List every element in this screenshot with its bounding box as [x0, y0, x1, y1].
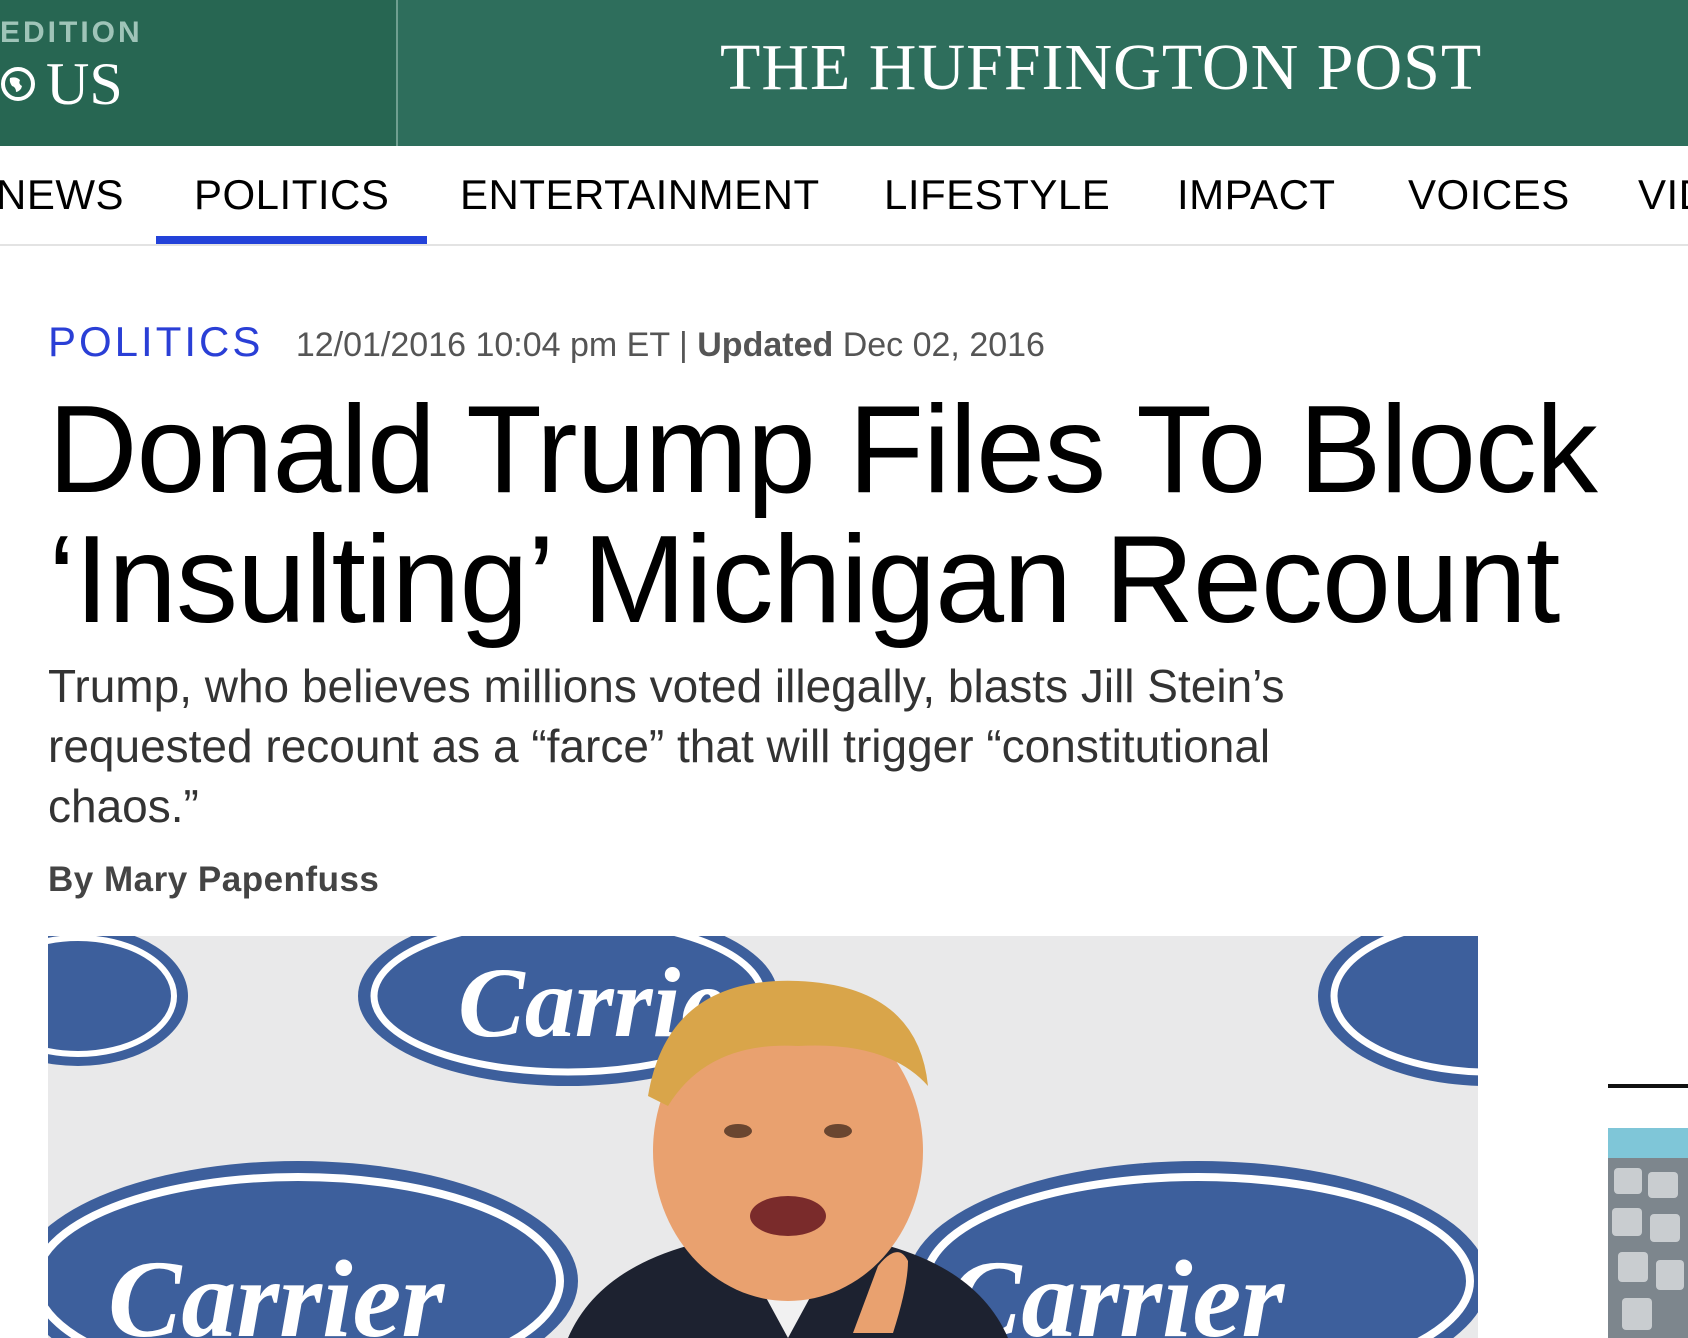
headline-line-1: Donald Trump Files To Block [48, 381, 1598, 519]
section-nav: NEWS POLITICS ENTERTAINMENT LIFESTYLE IM… [0, 146, 1688, 246]
nav-item-politics[interactable]: POLITICS [155, 174, 428, 244]
nav-item-impact[interactable]: IMPACT [1177, 174, 1336, 244]
timestamp-separator: | [678, 326, 688, 364]
section-label[interactable]: POLITICS [48, 318, 263, 366]
edition-name: US [46, 50, 123, 117]
nav-item-entertainment[interactable]: ENTERTAINMENT [460, 174, 820, 244]
headline-line-2: ‘Insulting’ Michigan Recount [48, 511, 1560, 649]
edition-selector[interactable]: EDITION US [0, 0, 398, 146]
site-logo[interactable]: THE HUFFINGTON POST [720, 30, 1540, 110]
hero-image[interactable]: Carrier Carrier Carrier [48, 936, 1478, 1338]
sidebar-divider [1608, 1084, 1688, 1088]
edition-label: EDITION [0, 16, 143, 49]
article-dek: Trump, who believes millions voted illeg… [48, 656, 1488, 836]
nav-item-news[interactable]: NEWS [0, 174, 124, 244]
article-meta: POLITICS 12/01/2016 10:04 pm ET | Update… [48, 318, 1045, 368]
timestamp: 12/01/2016 10:04 pm ET | Updated Dec 02,… [296, 326, 1045, 364]
byline[interactable]: By Mary Papenfuss [48, 860, 379, 900]
dek-line-1: Trump, who believes millions voted illeg… [48, 660, 1285, 712]
dek-line-2: requested recount as a “farce” that will… [48, 720, 1271, 772]
updated-date: Dec 02, 2016 [842, 326, 1045, 364]
keyboard-photo [1608, 1128, 1688, 1338]
headline: Donald Trump Files To Block ‘Insulting’ … [48, 385, 1688, 645]
nav-item-video[interactable]: VID [1638, 174, 1688, 244]
backdrop-logo-text: Carrier [108, 1238, 445, 1338]
hero-photo: Carrier Carrier Carrier [48, 936, 1478, 1338]
sidebar-thumbnail[interactable] [1608, 1128, 1688, 1338]
site-banner: EDITION US THE HUFFINGTON POST [0, 0, 1688, 146]
updated-label: Updated [697, 326, 834, 364]
nav-item-voices[interactable]: VOICES [1408, 174, 1570, 244]
dek-line-3: chaos.” [48, 780, 199, 832]
edition-value-row[interactable]: US [0, 51, 123, 117]
published-time: 12/01/2016 10:04 pm ET [295, 326, 670, 364]
globe-icon [1, 67, 35, 101]
nav-item-lifestyle[interactable]: LIFESTYLE [884, 174, 1110, 244]
